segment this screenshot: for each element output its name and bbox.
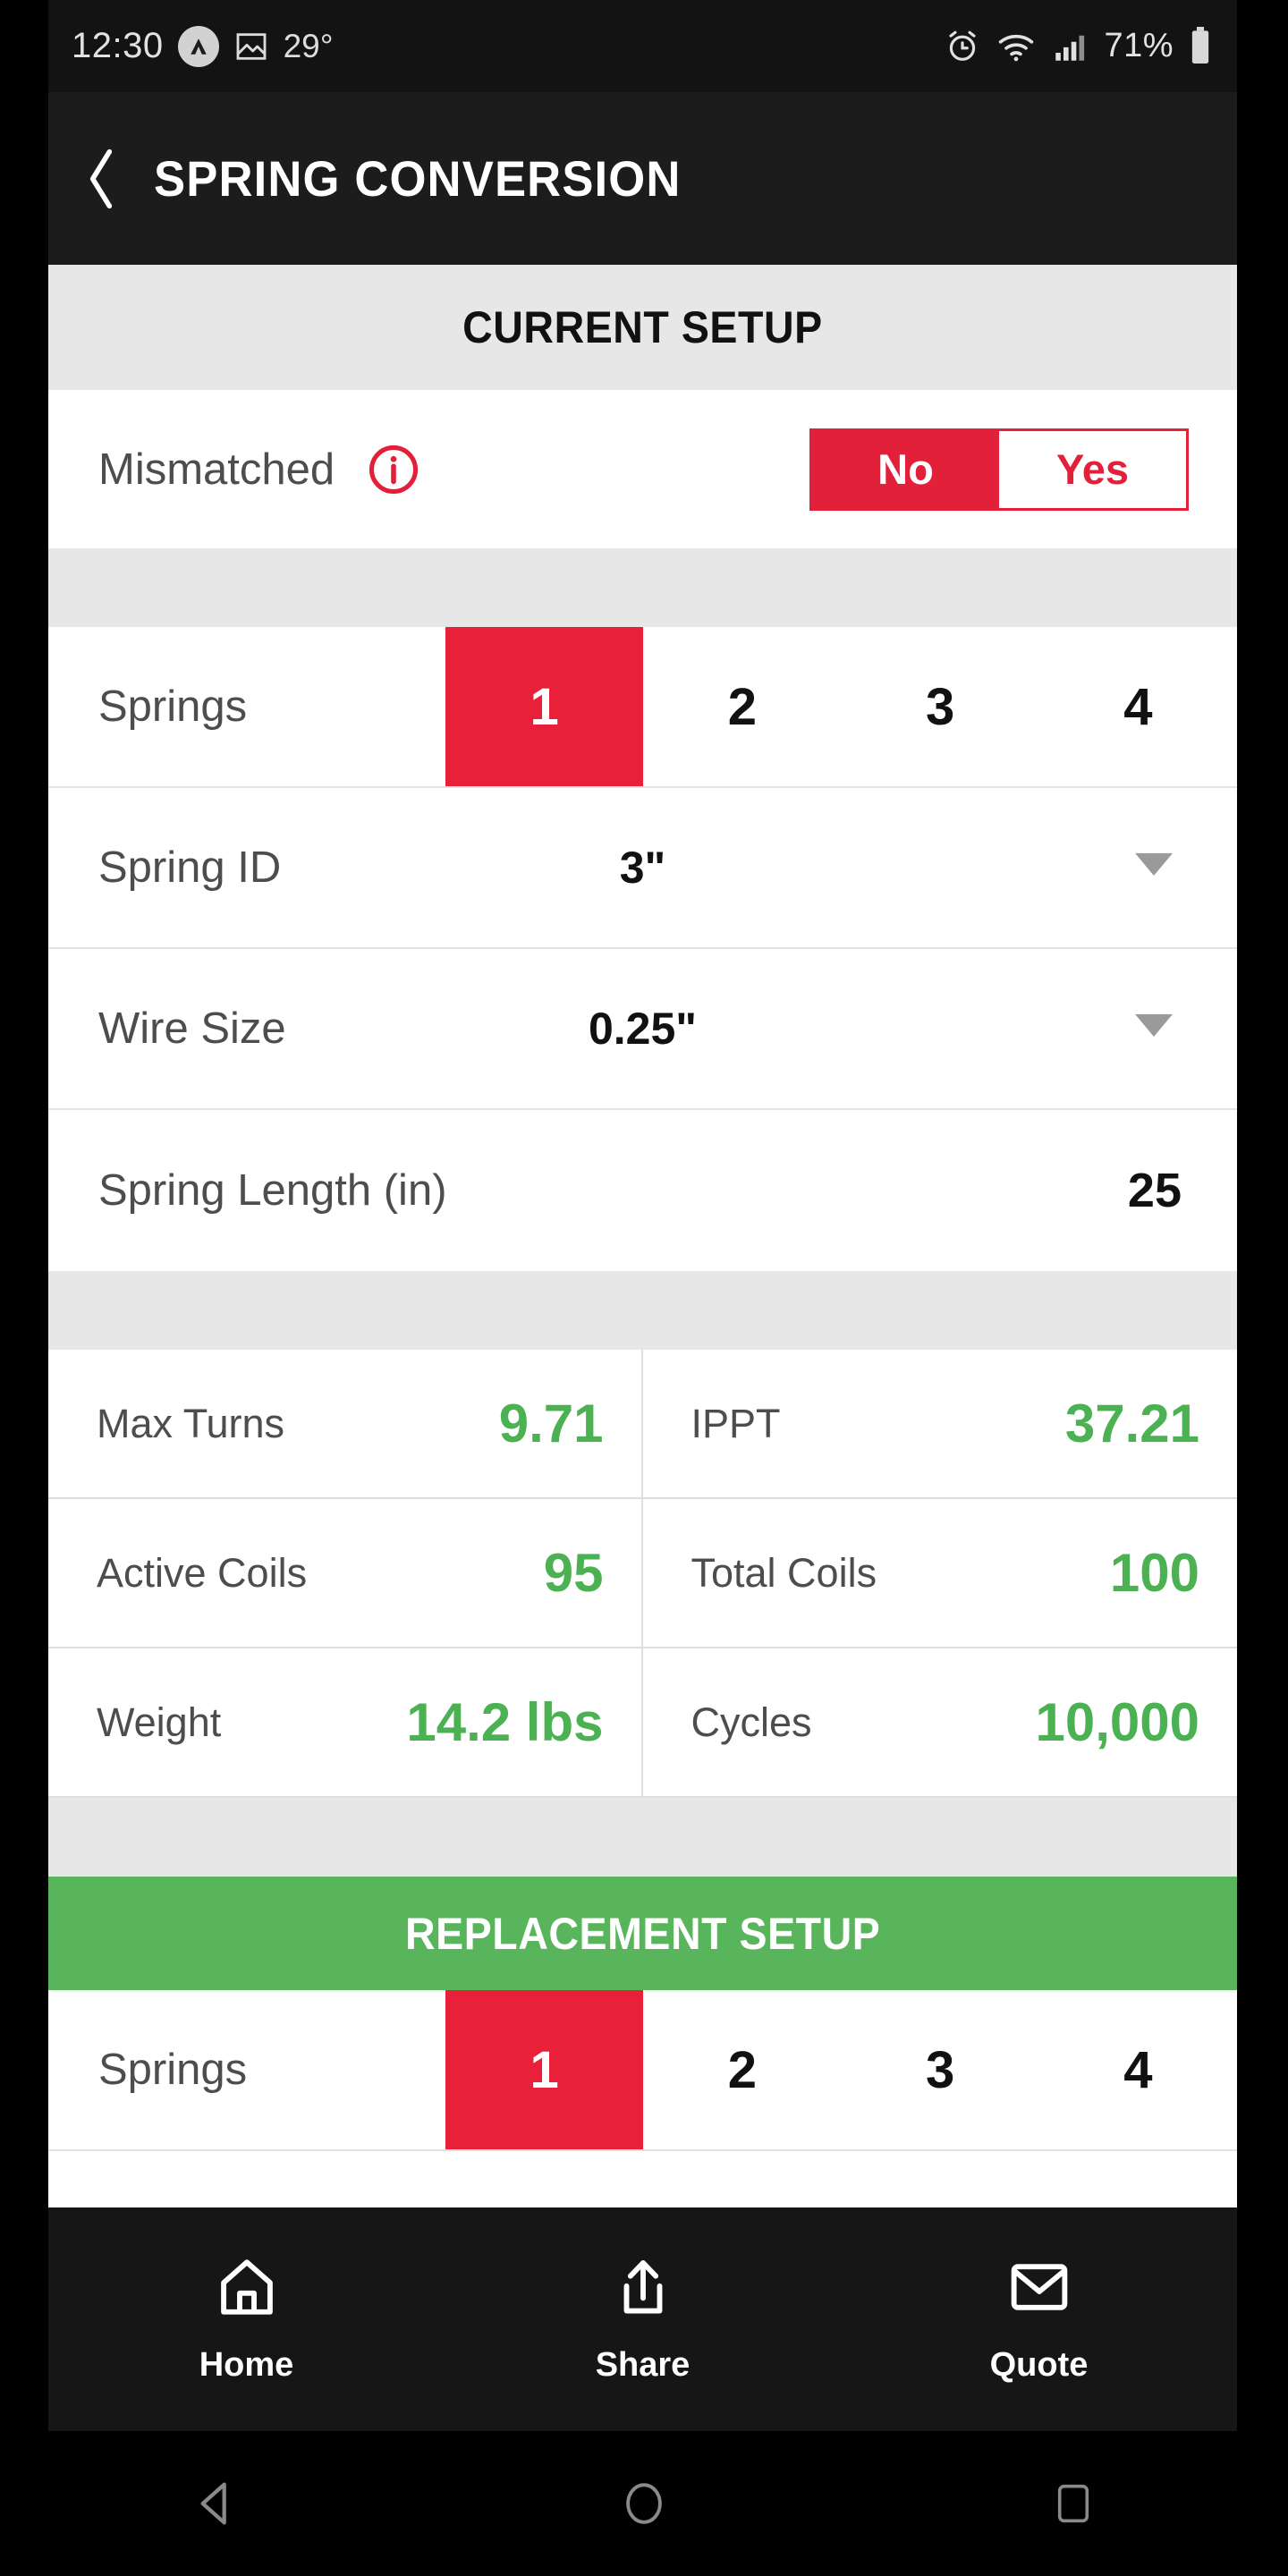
info-circle-icon[interactable] <box>365 441 422 498</box>
result-cell-max-turns: Max Turns 9.71 <box>48 1350 643 1499</box>
app-bar: SPRING CONVERSION <box>48 92 1237 265</box>
wire-size-row[interactable]: Wire Size 0.25" <box>48 949 1237 1110</box>
chevron-down-icon[interactable] <box>1135 852 1173 883</box>
result-label: Max Turns <box>97 1400 285 1446</box>
bottom-navigation: Home Share Quote <box>48 2207 1237 2431</box>
nav-label-quote: Quote <box>989 2346 1089 2384</box>
wire-size-label: Wire Size <box>98 1004 286 1053</box>
result-label: Active Coils <box>97 1549 308 1596</box>
chevron-down-icon[interactable] <box>1135 1013 1173 1044</box>
replacement-springs-label: Springs <box>98 2046 248 2094</box>
replacement-springs-row: Springs 1 2 3 4 <box>48 1990 1237 2151</box>
result-label: Total Coils <box>691 1549 877 1596</box>
result-value: 9.71 <box>498 1394 604 1453</box>
mismatched-toggle[interactable]: No Yes <box>809 428 1189 511</box>
nav-item-quote[interactable]: Quote <box>841 2207 1237 2431</box>
status-bar: 12:30 29° 71% <box>48 0 1237 92</box>
status-temperature: 29° <box>283 27 334 64</box>
section-divider <box>48 1271 1237 1350</box>
replacement-setup-title: REPLACEMENT SETUP <box>404 1908 881 1959</box>
home-icon <box>214 2254 280 2325</box>
section-divider <box>48 548 1237 627</box>
spring-length-row[interactable]: Spring Length (in) 25 <box>48 1110 1237 1271</box>
phone-screen: 12:30 29° 71% SPRING CONVERSION CURRENT … <box>0 0 1288 2576</box>
result-value: 10,000 <box>1035 1692 1199 1752</box>
replacement-springs-options: 1 2 3 4 <box>445 1990 1237 2149</box>
current-setup-header: CURRENT SETUP <box>48 265 1237 390</box>
app-content: CURRENT SETUP Mismatched No Yes Springs <box>48 265 1237 2207</box>
mismatched-option-yes[interactable]: Yes <box>999 430 1186 508</box>
replacement-springs-option-3[interactable]: 3 <box>842 1990 1039 2149</box>
current-springs-option-1[interactable]: 1 <box>445 627 644 786</box>
system-back-button[interactable] <box>0 2475 429 2532</box>
envelope-icon <box>1006 2254 1072 2325</box>
result-cell-active-coils: Active Coils 95 <box>48 1499 643 1648</box>
share-icon <box>610 2254 676 2325</box>
current-springs-options: 1 2 3 4 <box>445 627 1237 786</box>
replacement-springs-option-1[interactable]: 1 <box>445 1990 644 2149</box>
nav-label-home: Home <box>199 2346 294 2384</box>
result-value: 14.2 lbs <box>406 1692 604 1752</box>
result-cell-weight: Weight 14.2 lbs <box>48 1648 643 1798</box>
spring-length-value: 25 <box>1127 1164 1182 1217</box>
spring-id-row[interactable]: Spring ID 3" <box>48 788 1237 949</box>
current-springs-option-3[interactable]: 3 <box>842 627 1039 786</box>
mismatched-row: Mismatched No Yes <box>48 390 1237 548</box>
result-value: 37.21 <box>1064 1394 1199 1453</box>
app-badge-icon <box>177 25 219 67</box>
spring-length-label: Spring Length (in) <box>98 1166 447 1215</box>
system-navigation-bar <box>0 2431 1288 2576</box>
current-springs-row: Springs 1 2 3 4 <box>48 627 1237 788</box>
battery-percent: 71% <box>1104 27 1174 64</box>
back-button[interactable] <box>48 92 154 265</box>
system-recents-button[interactable] <box>859 2479 1288 2528</box>
nav-item-home[interactable]: Home <box>48 2207 445 2431</box>
result-cell-cycles: Cycles 10,000 <box>642 1648 1237 1798</box>
nav-item-share[interactable]: Share <box>445 2207 841 2431</box>
battery-icon <box>1189 26 1212 66</box>
nav-label-share: Share <box>595 2346 691 2384</box>
signal-icon <box>1051 28 1089 65</box>
status-bar-left: 12:30 29° <box>72 25 334 67</box>
status-bar-right: 71% <box>944 26 1212 66</box>
alarm-icon <box>944 28 981 65</box>
result-value: 100 <box>1109 1543 1199 1603</box>
image-icon <box>233 29 269 64</box>
page-title: SPRING CONVERSION <box>154 150 682 207</box>
current-setup-title: CURRENT SETUP <box>462 302 823 352</box>
mismatched-label: Mismatched <box>98 445 335 494</box>
result-label: Cycles <box>691 1699 812 1745</box>
results-grid: Max Turns 9.71 IPPT 37.21 Active Coils 9… <box>48 1350 1237 1798</box>
result-value: 95 <box>543 1543 604 1603</box>
status-time: 12:30 <box>72 26 164 65</box>
current-springs-label: Springs <box>98 682 248 731</box>
mismatched-option-no[interactable]: No <box>812 430 999 508</box>
replacement-setup-header: REPLACEMENT SETUP <box>48 1877 1237 1990</box>
result-cell-total-coils: Total Coils 100 <box>642 1499 1237 1648</box>
replacement-springs-option-2[interactable]: 2 <box>643 1990 841 2149</box>
result-label: IPPT <box>691 1400 781 1446</box>
spring-id-label: Spring ID <box>98 843 282 892</box>
section-divider <box>48 1798 1237 1877</box>
result-label: Weight <box>97 1699 222 1745</box>
system-home-button[interactable] <box>429 2478 859 2529</box>
wifi-icon <box>996 27 1036 66</box>
replacement-springs-option-4[interactable]: 4 <box>1039 1990 1237 2149</box>
result-cell-ippt: IPPT 37.21 <box>642 1350 1237 1499</box>
current-springs-option-4[interactable]: 4 <box>1039 627 1237 786</box>
current-springs-option-2[interactable]: 2 <box>643 627 841 786</box>
